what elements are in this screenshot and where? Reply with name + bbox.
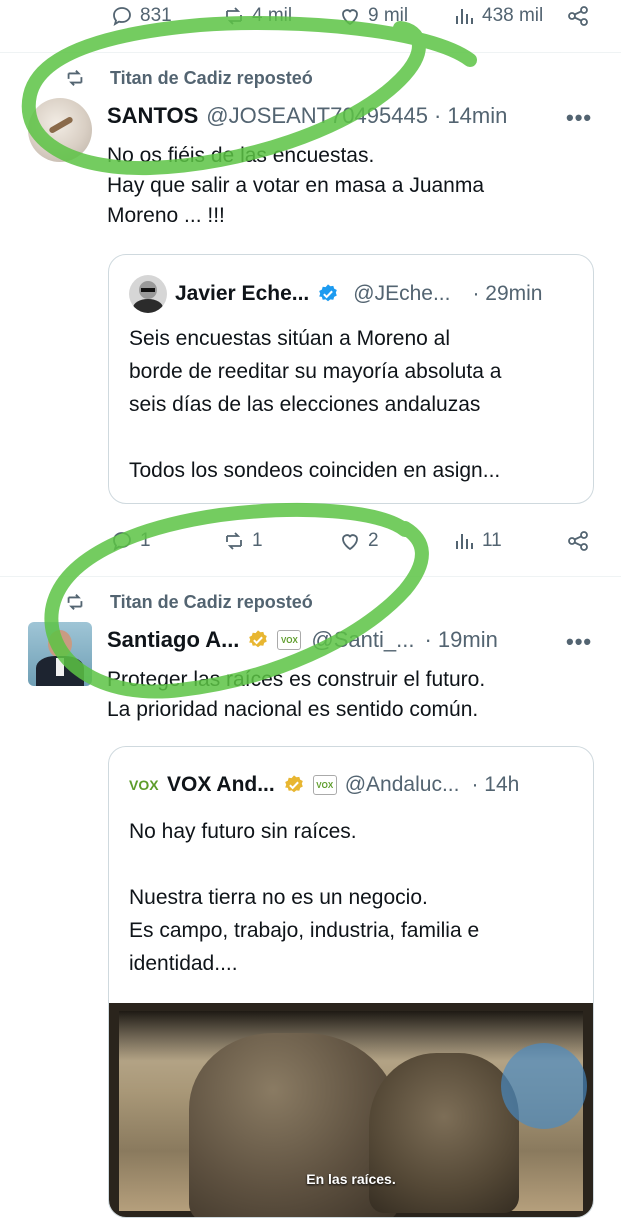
quote-author-name: Javier Eche... (175, 282, 310, 305)
like-count: 2 (368, 530, 379, 551)
avatar[interactable] (28, 98, 92, 162)
quoted-post[interactable]: VOX VOX And... VOX @Andaluc... · 14h No … (108, 746, 594, 1218)
reply-count: 1 (140, 530, 151, 551)
repost-icon (226, 532, 242, 550)
author-name[interactable]: Santiago A... (107, 627, 239, 653)
heart-icon (342, 9, 358, 26)
share-button[interactable] (566, 4, 590, 28)
views-icon (456, 9, 473, 24)
repost-count: 1 (252, 530, 263, 551)
quote-time: · 29min (472, 282, 543, 305)
verified-badge-icon (319, 284, 338, 302)
views-icon (456, 534, 473, 549)
reply-icon (113, 532, 131, 551)
vox-affiliate-badge: VOX (312, 775, 337, 795)
video-caption: En las raíces. (306, 1171, 396, 1187)
repost-indicator: Titan de Cadiz reposteó (64, 591, 313, 613)
video-thumbnail[interactable]: En las raíces. (109, 1003, 593, 1217)
gold-verified-badge-icon (249, 630, 268, 648)
quote-author-row: Javier Eche... @JEche... · 29min (175, 282, 542, 306)
like-button[interactable]: 2 (338, 529, 379, 553)
repost-indicator: Titan de Cadiz reposteó (64, 67, 313, 89)
like-count: 9 mil (368, 5, 409, 26)
like-button[interactable]: 9 mil (338, 4, 408, 28)
quote-text: No hay futuro sin raíces. Nuestra tierra… (129, 820, 480, 975)
repost-count: 4 mil (252, 5, 293, 26)
quote-author-name: VOX And... (167, 773, 275, 796)
quote-author-row: VOX VOX And... VOX @Andaluc... · 14h (129, 773, 519, 797)
views-count: 11 (482, 530, 502, 551)
post-time[interactable]: · 14min (434, 103, 507, 129)
share-icon (568, 6, 588, 26)
top-action-bar: 831 4 mil 9 mil 438 mil (0, 0, 621, 36)
post-time[interactable]: · 19min (424, 627, 497, 653)
quote-avatar (129, 275, 167, 313)
author-name[interactable]: SANTOS (107, 103, 198, 129)
post-text: No os fiéis de las encuestas. Hay que sa… (107, 144, 485, 227)
repost-icon (226, 7, 242, 25)
repost-button[interactable]: 1 (222, 529, 263, 553)
share-button[interactable] (566, 529, 590, 553)
author-handle[interactable]: @JOSEANT70495445 (206, 103, 428, 129)
views-button[interactable]: 438 mil (452, 4, 543, 28)
post-santos[interactable]: Titan de Cadiz reposteó SANTOS @JOSEANT7… (0, 53, 621, 575)
post-santiago[interactable]: Titan de Cadiz reposteó Santiago A... VO… (0, 577, 621, 1218)
author-handle[interactable]: @Santi_... (311, 627, 414, 653)
quote-time: · 14h (471, 773, 520, 796)
author-row: SANTOS @JOSEANT70495445 · 14min (107, 103, 507, 129)
reply-icon (113, 7, 131, 26)
share-icon (568, 531, 588, 551)
post-text: Proteger las raíces es construir el futu… (107, 668, 486, 721)
quoted-post[interactable]: Javier Eche... @JEche... · 29min Seis en… (108, 254, 594, 504)
repost-label: Titan de Cadiz reposteó (110, 67, 313, 88)
vox-affiliate-badge[interactable]: VOX (277, 630, 302, 650)
heart-icon (342, 534, 358, 551)
repost-icon (67, 70, 83, 86)
avatar[interactable] (28, 622, 92, 686)
repost-label: Titan de Cadiz reposteó (110, 591, 313, 612)
views-button[interactable]: 11 (452, 529, 502, 553)
more-options-icon[interactable]: ••• (566, 105, 592, 131)
author-row: Santiago A... VOX @Santi_... · 19min (107, 627, 498, 653)
quote-author-handle: @JEche... (353, 282, 451, 305)
more-options-icon[interactable]: ••• (566, 629, 592, 655)
repost-button[interactable]: 4 mil (222, 4, 292, 28)
reply-count: 831 (140, 5, 172, 26)
repost-icon (67, 594, 83, 610)
gold-verified-badge-icon (284, 775, 303, 793)
views-count: 438 mil (482, 5, 544, 26)
vox-logo: VOX (129, 777, 159, 793)
reply-button[interactable]: 1 (110, 529, 151, 553)
quote-text: Seis encuestas sitúan a Moreno al borde … (129, 327, 502, 482)
reply-button[interactable]: 831 (110, 4, 172, 28)
quote-author-handle: @Andaluc... (344, 773, 460, 796)
